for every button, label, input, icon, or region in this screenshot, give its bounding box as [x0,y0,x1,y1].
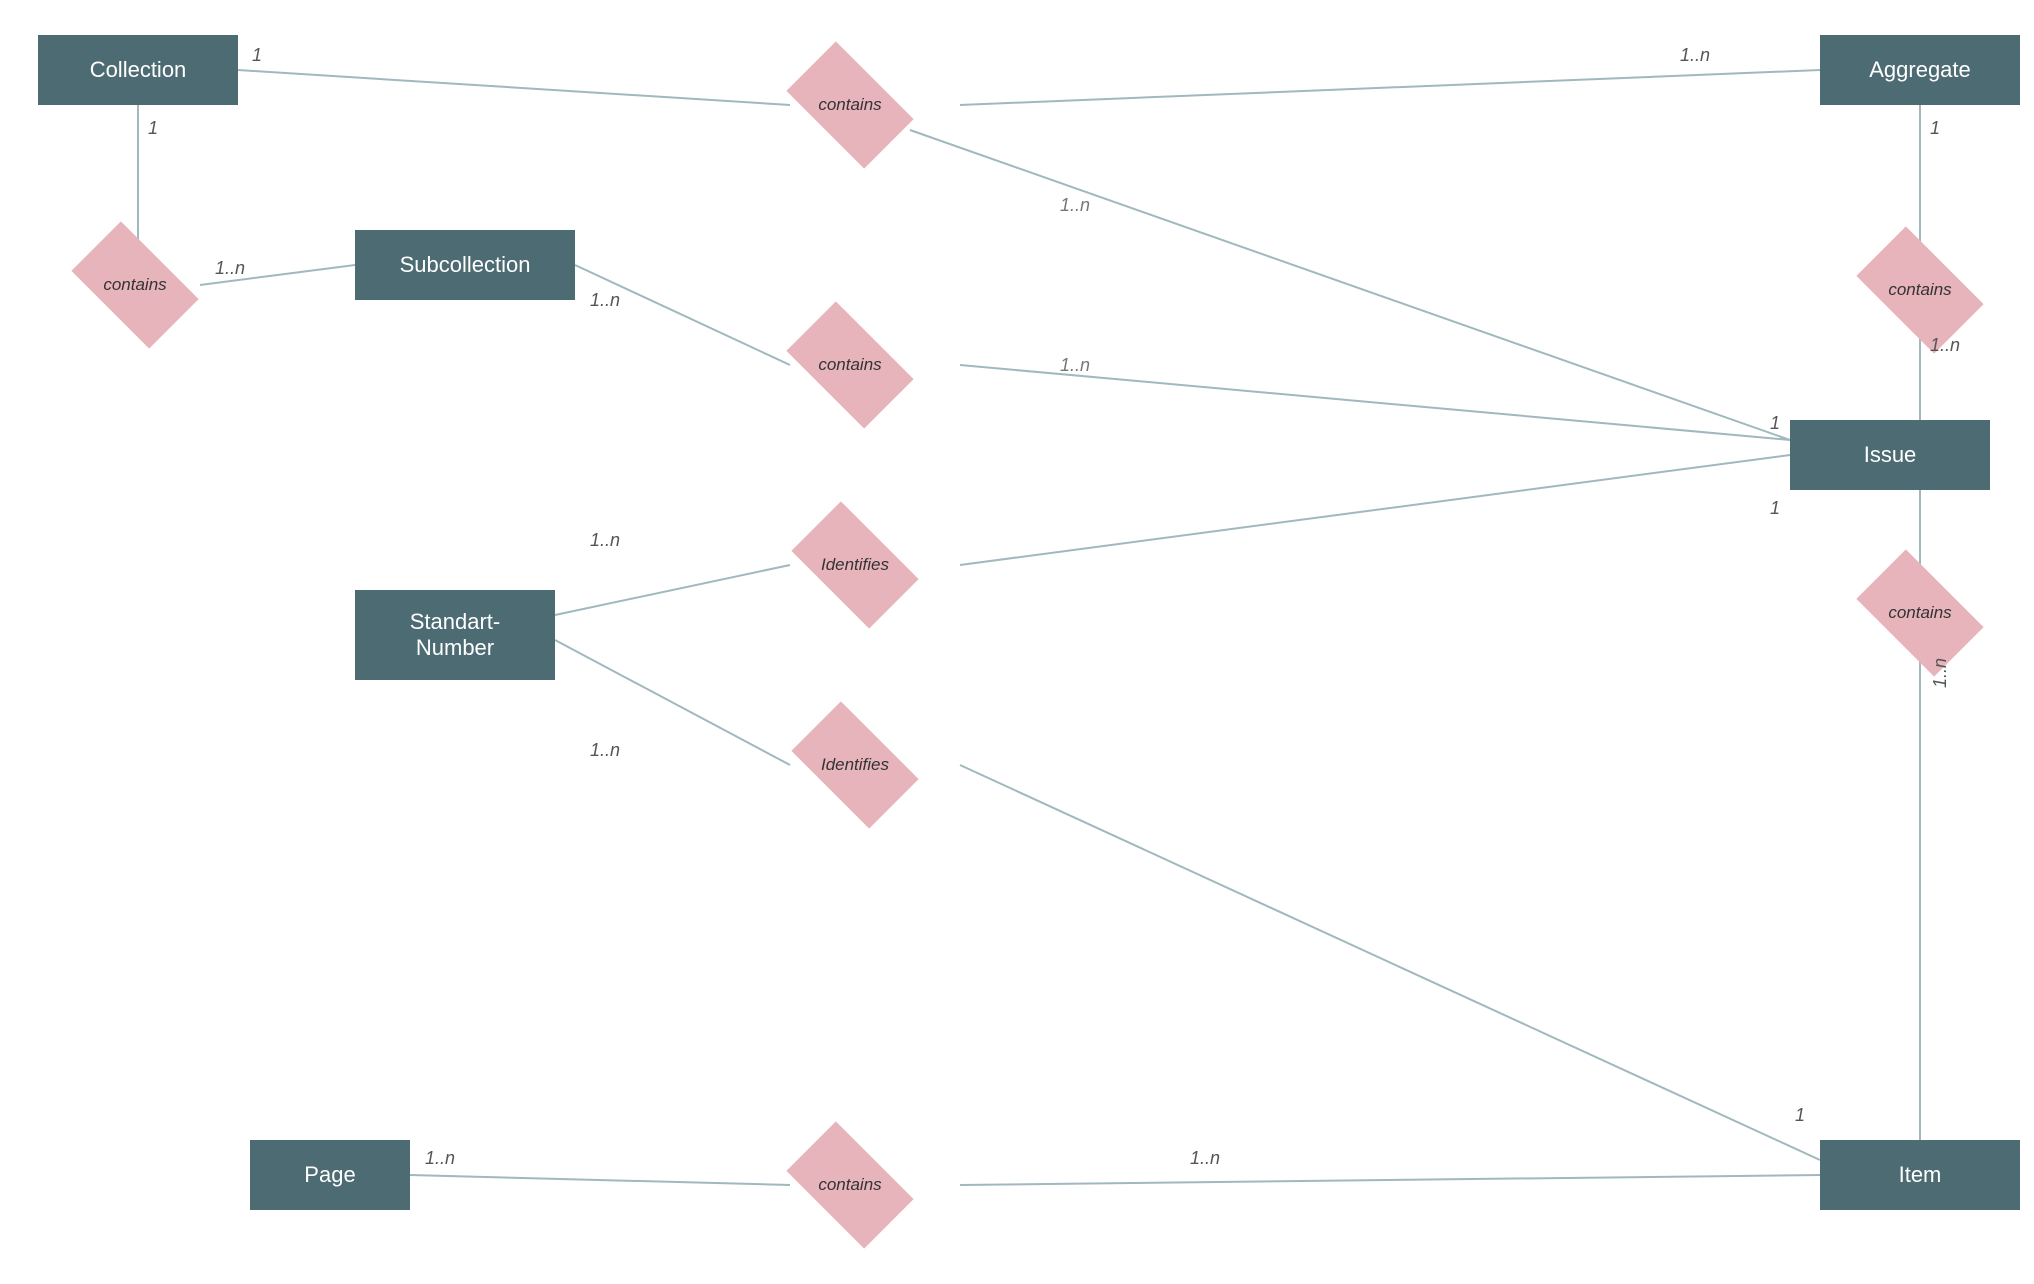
diamond-contains-issue: contains [1860,578,1980,648]
mult-1n-agg-down: 1..n [1930,335,1960,356]
mult-1n-page-item: 1..n [1190,1148,1220,1169]
mult-1n-std-identifies-top: 1..n [590,530,620,551]
diamond-identifies-bot: Identifies [790,730,920,800]
mult-1-aggregate-down: 1 [1930,118,1940,139]
mult-1-collection-down: 1 [148,118,158,139]
entity-page: Page [250,1140,410,1210]
entity-standart-number: Standart- Number [355,590,555,680]
diamond-identifies-top: Identifies [790,530,920,600]
diamond-contains-left: contains [75,250,195,320]
diamond-contains-page: contains [790,1150,910,1220]
entity-issue: Issue [1790,420,1990,490]
mult-1n-aggregate-in: 1..n [1680,45,1710,66]
mult-1n-sub-out: 1..n [590,290,620,311]
entity-subcollection: Subcollection [355,230,575,300]
er-diagram: Collection Aggregate Subcollection Issue… [0,0,2034,1284]
connections-svg [0,0,2034,1284]
mult-1n-page-out: 1..n [425,1148,455,1169]
diamond-contains-agg: contains [1860,255,1980,325]
diamond-contains-top: contains [790,70,910,140]
mult-1-issue-in-agg: 1 [1770,413,1780,434]
mult-1n-std-identifies-bot: 1..n [590,740,620,761]
mult-1n-contains-top-issue: 1..n [1060,195,1090,216]
diamond-contains-sub: contains [790,330,910,400]
mult-1-issue-down: 1 [1770,498,1780,519]
entity-aggregate: Aggregate [1820,35,2020,105]
mult-1n-contains-sub-issue: 1..n [1060,355,1090,376]
entity-collection: Collection [38,35,238,105]
entity-item: Item [1820,1140,2020,1210]
mult-1n-subcollection-in: 1..n [215,258,245,279]
mult-1n-issue-item: 1..n [1930,658,1951,688]
mult-1-collection-out: 1 [252,45,262,66]
mult-1-item-in: 1 [1795,1105,1805,1126]
